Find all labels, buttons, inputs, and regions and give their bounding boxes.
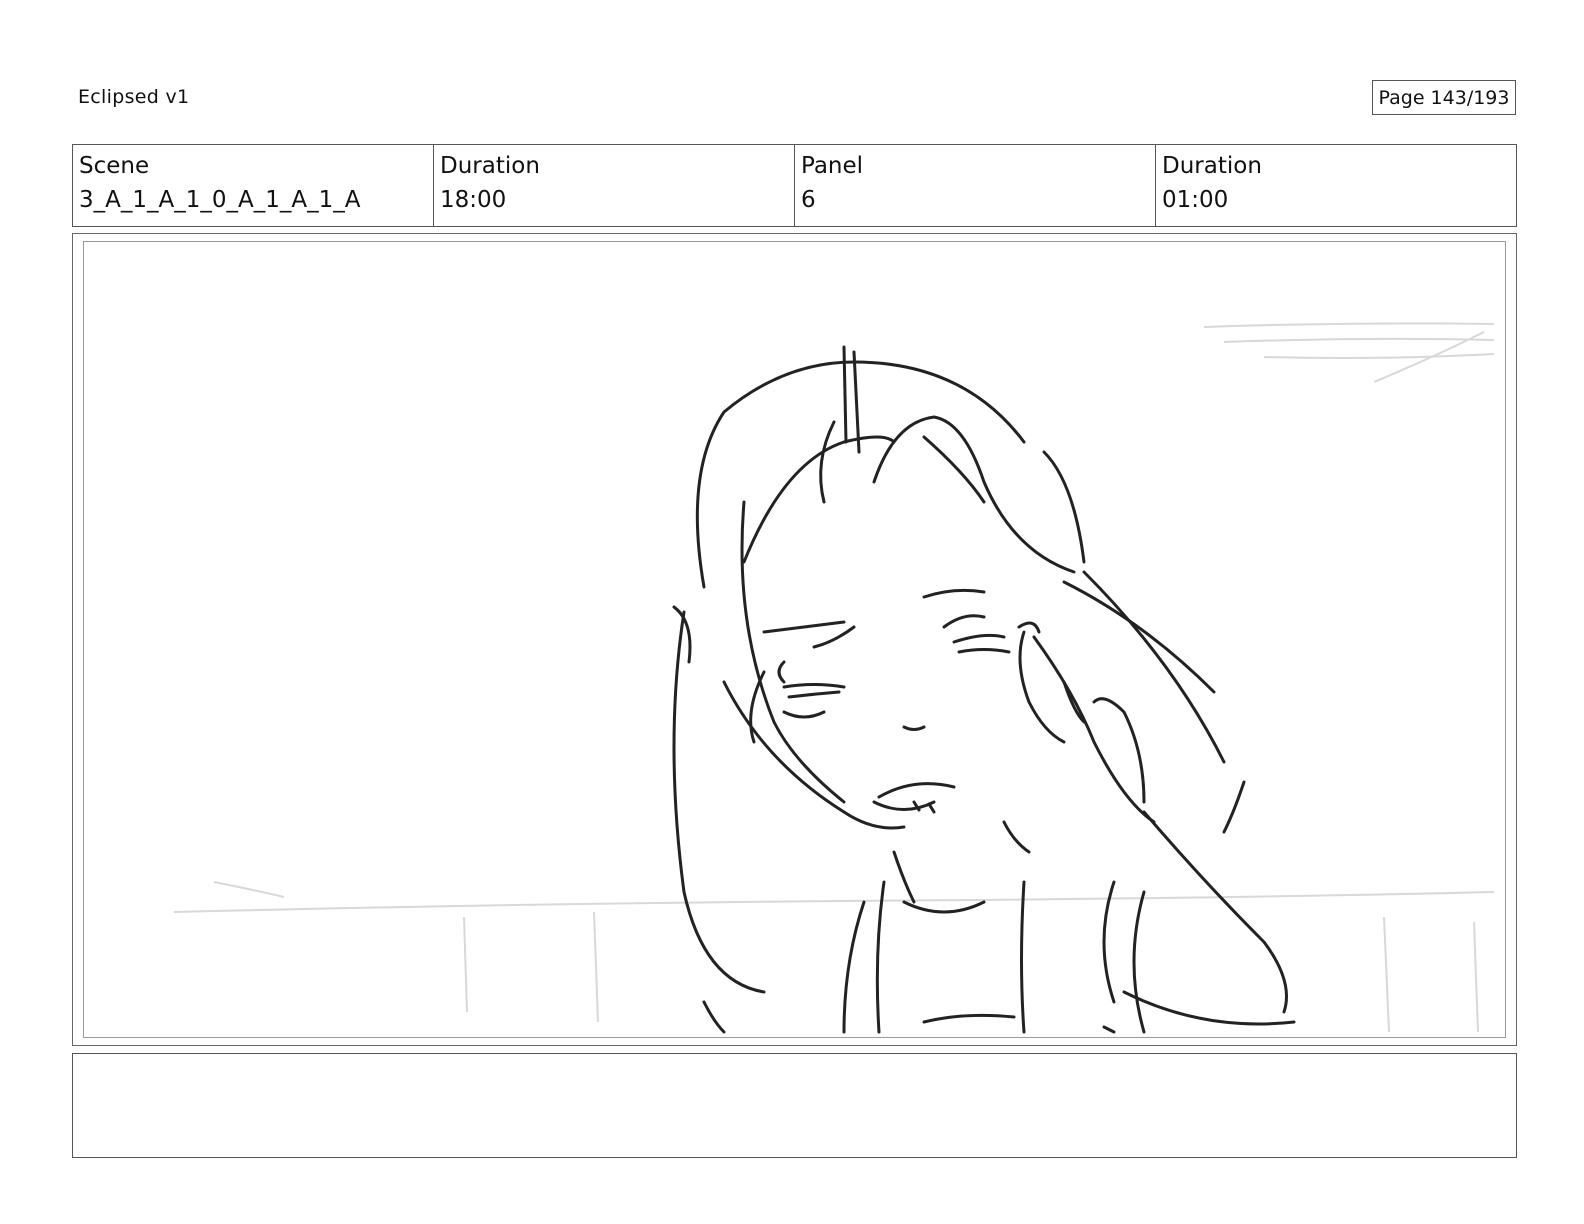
scene-value: 3_A_1_A_1_0_A_1_A_1_A [79, 187, 361, 213]
panel-notes-box [72, 1053, 1517, 1158]
storyboard-sketch [173, 322, 1495, 1034]
scene-duration-cell: Duration 18:00 [434, 145, 795, 226]
panel-cell: Panel 6 [795, 145, 1156, 226]
panel-duration-value: 01:00 [1162, 187, 1229, 213]
panel-duration-cell: Duration 01:00 [1156, 145, 1516, 226]
storyboard-panel-image [83, 241, 1506, 1038]
character-sketch [672, 345, 1296, 1034]
panel-value: 6 [801, 187, 816, 213]
panel-label: Panel [801, 153, 864, 179]
storyboard-panel-frame [72, 233, 1517, 1046]
scene-duration-value: 18:00 [440, 187, 507, 213]
panel-duration-label: Duration [1162, 153, 1262, 179]
document-title: Eclipsed v1 [78, 86, 190, 108]
scene-label: Scene [79, 153, 150, 179]
scene-info-table: Scene 3_A_1_A_1_0_A_1_A_1_A Duration 18:… [72, 144, 1517, 227]
scene-duration-label: Duration [440, 153, 540, 179]
page-number: Page 143/193 [1372, 80, 1516, 115]
scene-cell: Scene 3_A_1_A_1_0_A_1_A_1_A [73, 145, 434, 226]
background-sketch-lines [173, 322, 1495, 1033]
